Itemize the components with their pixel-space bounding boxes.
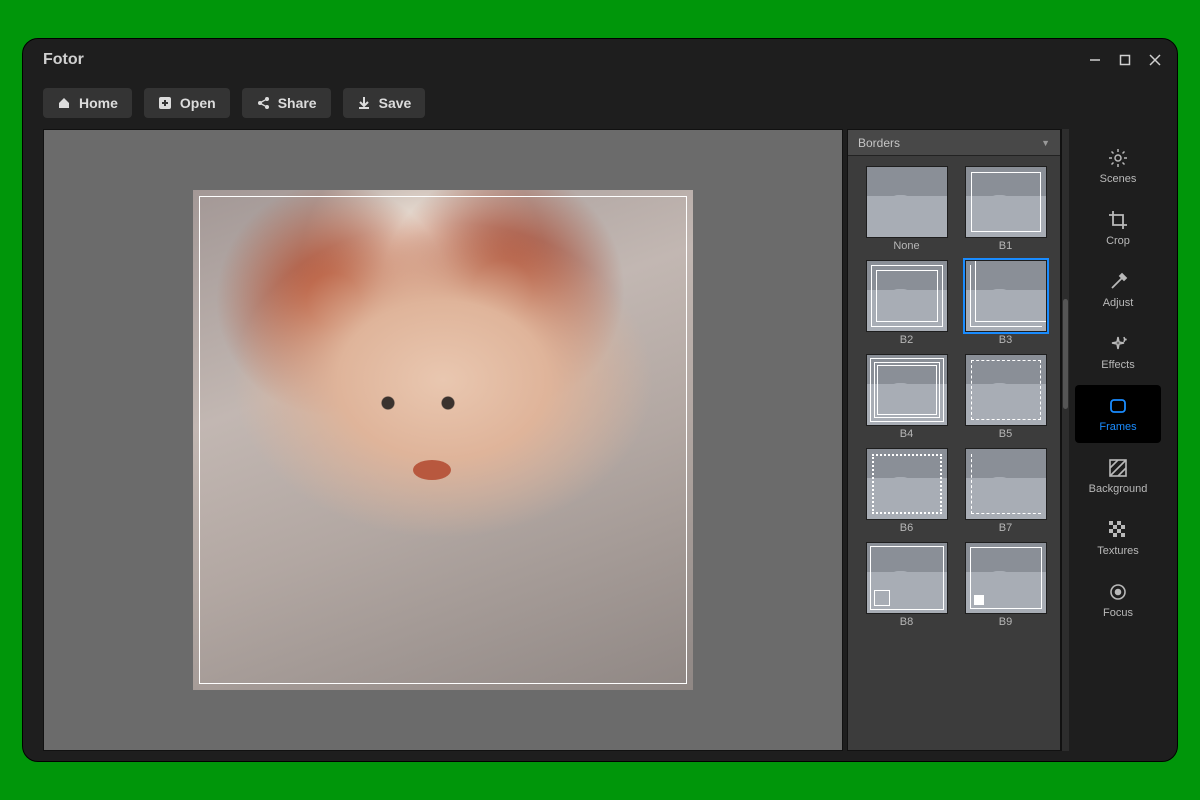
photo-portrait: [193, 190, 693, 690]
border-option-b4[interactable]: B4: [862, 354, 951, 440]
textures-icon: [1108, 520, 1128, 540]
border-label: B1: [999, 240, 1012, 252]
tool-focus[interactable]: Focus: [1075, 571, 1161, 629]
close-button[interactable]: [1147, 52, 1163, 68]
share-button[interactable]: Share: [242, 88, 331, 118]
home-icon: [57, 96, 71, 110]
app-title: Fotor: [43, 51, 84, 69]
open-label: Open: [180, 95, 216, 111]
open-button[interactable]: Open: [144, 88, 230, 118]
border-option-b8[interactable]: B8: [862, 542, 951, 628]
tool-label: Effects: [1101, 359, 1134, 371]
tool-label: Adjust: [1103, 297, 1134, 309]
border-thumb: [965, 542, 1047, 614]
app-window: Fotor Home Open Share Save: [22, 38, 1178, 762]
chevron-down-icon: ▼: [1041, 138, 1050, 148]
border-label: B7: [999, 522, 1012, 534]
tool-textures[interactable]: Textures: [1075, 509, 1161, 567]
border-option-b1[interactable]: B1: [961, 166, 1050, 252]
border-thumb: [866, 448, 948, 520]
border-thumb: [866, 166, 948, 238]
plus-file-icon: [158, 96, 172, 110]
border-option-b9[interactable]: B9: [961, 542, 1050, 628]
toolbar: Home Open Share Save: [23, 81, 1177, 125]
share-label: Share: [278, 95, 317, 111]
home-label: Home: [79, 95, 118, 111]
adjust-icon: [1108, 272, 1128, 292]
tool-adjust[interactable]: Adjust: [1075, 261, 1161, 319]
border-option-b7[interactable]: B7: [961, 448, 1050, 534]
right-column: Borders ▼ None B1 B2 B3 B4 B5 B6 B7 B8 B9 Scenes C…: [847, 129, 1167, 751]
frames-icon: [1108, 396, 1128, 416]
tool-label: Scenes: [1100, 173, 1137, 185]
tool-label: Textures: [1097, 545, 1139, 557]
border-thumb: [866, 354, 948, 426]
border-thumb: [965, 260, 1047, 332]
save-button[interactable]: Save: [343, 88, 426, 118]
download-icon: [357, 96, 371, 110]
background-icon: [1108, 458, 1128, 478]
border-thumb: [965, 448, 1047, 520]
borders-grid: None B1 B2 B3 B4 B5 B6 B7 B8 B9: [848, 156, 1060, 750]
tool-label: Crop: [1106, 235, 1130, 247]
tool-crop[interactable]: Crop: [1075, 199, 1161, 257]
borders-panel: Borders ▼ None B1 B2 B3 B4 B5 B6 B7 B8 B9: [847, 129, 1061, 751]
border-thumb: [866, 260, 948, 332]
home-button[interactable]: Home: [43, 88, 132, 118]
scenes-icon: [1108, 148, 1128, 168]
tool-frames[interactable]: Frames: [1075, 385, 1161, 443]
tool-label: Focus: [1103, 607, 1133, 619]
border-option-none[interactable]: None: [862, 166, 951, 252]
minimize-button[interactable]: [1087, 52, 1103, 68]
canvas-area[interactable]: [43, 129, 843, 751]
border-label: B5: [999, 428, 1012, 440]
border-label: B6: [900, 522, 913, 534]
scrollbar-thumb[interactable]: [1063, 299, 1068, 409]
border-label: B3: [999, 334, 1012, 346]
border-label: B4: [900, 428, 913, 440]
tool-sidebar: Scenes Crop Adjust Effects Frames Background T…: [1069, 129, 1167, 751]
border-label: B9: [999, 616, 1012, 628]
canvas-image: [193, 190, 693, 690]
border-option-b6[interactable]: B6: [862, 448, 951, 534]
tool-label: Frames: [1099, 421, 1136, 433]
tool-scenes[interactable]: Scenes: [1075, 137, 1161, 195]
border-label: B2: [900, 334, 913, 346]
border-option-b3[interactable]: B3: [961, 260, 1050, 346]
border-label: None: [893, 240, 919, 252]
border-thumb: [866, 542, 948, 614]
border-thumb: [965, 354, 1047, 426]
panel-header[interactable]: Borders ▼: [848, 130, 1060, 156]
tool-label: Background: [1089, 483, 1148, 495]
panel-scrollbar[interactable]: [1061, 129, 1069, 751]
tool-background[interactable]: Background: [1075, 447, 1161, 505]
share-icon: [256, 96, 270, 110]
border-option-b5[interactable]: B5: [961, 354, 1050, 440]
border-option-b2[interactable]: B2: [862, 260, 951, 346]
effects-icon: [1108, 334, 1128, 354]
maximize-button[interactable]: [1117, 52, 1133, 68]
workspace: Borders ▼ None B1 B2 B3 B4 B5 B6 B7 B8 B9 Scenes C…: [23, 125, 1177, 761]
crop-icon: [1108, 210, 1128, 230]
tool-effects[interactable]: Effects: [1075, 323, 1161, 381]
titlebar: Fotor: [23, 39, 1177, 81]
border-label: B8: [900, 616, 913, 628]
panel-title: Borders: [858, 136, 900, 150]
border-thumb: [965, 166, 1047, 238]
save-label: Save: [379, 95, 412, 111]
focus-icon: [1108, 582, 1128, 602]
